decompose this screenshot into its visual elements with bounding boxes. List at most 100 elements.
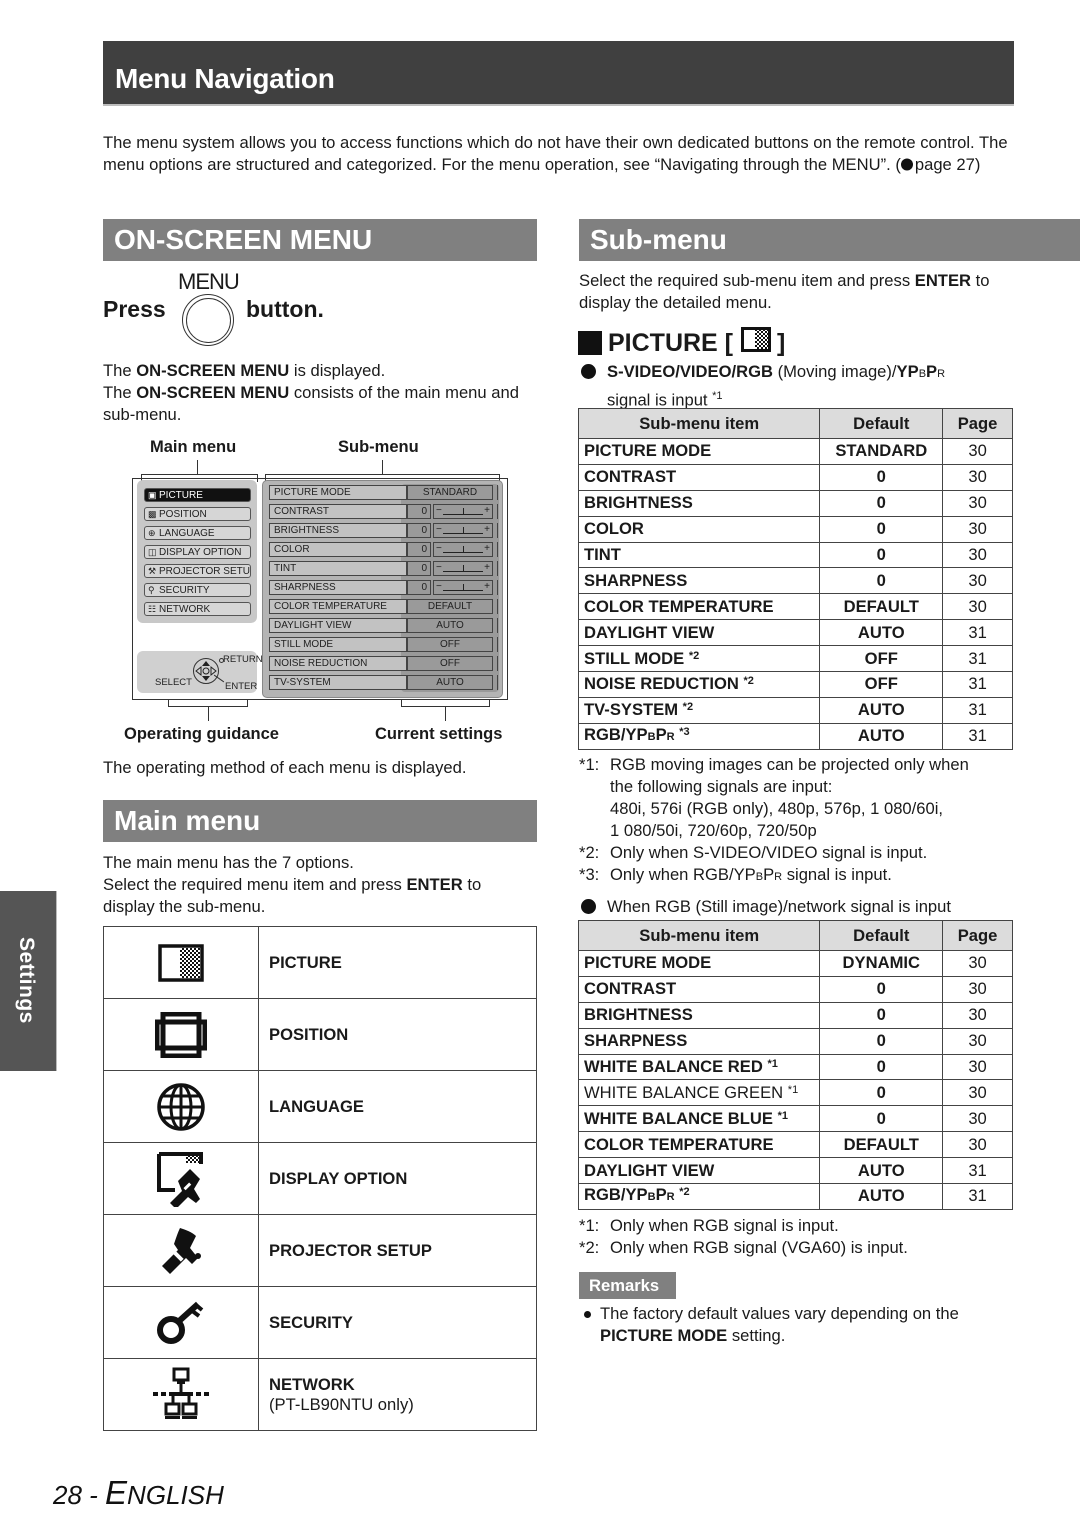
settings-side-tab[interactable]: Settings [0,891,57,1071]
arrow-right-icon [900,155,915,171]
page-title-bar: Menu Navigation [103,41,1014,106]
sub-menu-heading: Sub-menu [579,219,1080,261]
pointer-line [445,707,446,721]
onscreen-description: The ON-SCREEN MENU is displayed. The ON-… [103,361,519,424]
operating-note: The operating method of each menu is dis… [103,758,467,777]
square-bullet-icon [578,331,602,355]
osd-sub-item-value: 0 [407,561,431,576]
osd-sub-item-value: 0 [407,542,431,557]
table-header-row: Sub-menu item Default Page [577,408,1013,439]
cell-item: TINT [577,541,821,569]
cell-default: 0 [819,567,944,595]
case1-description: S-VIDEO/VIDEO/RGB (Moving image)/YPBPR s… [581,361,1011,412]
slider-icon[interactable]: − + [433,542,493,557]
submenu-table-still: Sub-menu item Default Page PICTURE MODE D… [577,920,1013,1210]
osd-main-item-position[interactable]: ▩ POSITION [144,507,251,521]
footnote-text: Only when RGB/YPBPR signal is input. [610,865,892,884]
main-menu-row-security[interactable]: SECURITY [103,1286,537,1359]
main-menu-row-projector-setup[interactable]: PROJECTOR SETUP [103,1214,537,1287]
osd-main-item-language[interactable]: ⊕ LANGUAGE [144,526,251,540]
main-menu-row-picture[interactable]: PICTURE [103,926,537,999]
osd-sub-item-label: STILL MODE [269,637,407,652]
table-row: RGB/YPBPR *2 AUTO 31 [577,1183,1013,1210]
table-row: STILL MODE *2 OFF 31 [577,645,1013,673]
cell-item: SHARPNESS [577,567,821,595]
osd-sub-item[interactable]: TV-SYSTEM AUTO [269,675,498,690]
table-row: WHITE BALANCE GREEN *1 0 30 [577,1079,1013,1107]
osd-main-item-security[interactable]: ⚲ SECURITY [144,583,251,597]
guide-select: SELECT [155,677,192,688]
osd-sub-item[interactable]: DAYLIGHT VIEW AUTO [269,618,498,633]
table-row: DAYLIGHT VIEW AUTO 31 [577,619,1013,647]
cell-default: OFF [819,671,944,698]
cell-page: 30 [942,1053,1013,1081]
osd-sub-item[interactable]: NOISE REDUCTION OFF [269,656,498,671]
bullet-icon [584,1311,591,1318]
osd-sub-item[interactable]: TINT 0− + [269,561,498,576]
osd-sub-item-value: 0 [407,504,431,519]
dpad-icon [193,658,219,684]
network-icon [151,1367,211,1419]
cell-default: AUTO [819,619,944,647]
cell-default: DEFAULT [819,1131,944,1159]
pointer-line [208,707,209,721]
guide-enter: ENTER [225,681,258,692]
osd-main-item-picture[interactable]: ▣ PICTURE [144,488,251,502]
main-menu-row-display-option[interactable]: DISPLAY OPTION [103,1142,537,1215]
diagram-label-main-menu: Main menu [150,438,237,456]
footnote-text: RGB moving images can be projected only … [610,755,969,774]
slider-icon[interactable]: − + [433,504,493,519]
osd-sub-item[interactable]: SHARPNESS 0− + [269,580,498,595]
main-menu-row-language[interactable]: LANGUAGE [103,1070,537,1143]
footnote-tag: *1: [579,1216,600,1235]
table-row: PICTURE MODE STANDARD 30 [577,438,1013,465]
menu-button-label: MENU [178,269,240,294]
case2-description: When RGB (Still image)/network signal is… [581,896,951,918]
main-menu-table: PICTURE POSITION LANGUAGE DISPLAY OPTION… [103,926,537,1431]
cell-page: 30 [942,950,1013,977]
cell-page: 30 [942,1079,1013,1107]
osd-main-item-network[interactable]: ☷ NETWORK [144,602,251,616]
cell-item: WHITE BALANCE BLUE *1 [577,1105,821,1133]
slider-icon[interactable]: − + [433,580,493,595]
osd-sub-item-value: OFF [407,637,493,652]
footnote-text: the following signals are input: [610,777,833,796]
osd-sub-item[interactable]: COLOR TEMPERATURE DEFAULT [269,599,498,614]
slider-icon[interactable]: − + [433,561,493,576]
footnote-tag: *2: [579,1238,600,1257]
main-menu-row-network[interactable]: NETWORK (PT-LB90NTU only) [103,1358,537,1431]
cell-page: 30 [942,1027,1013,1055]
osd-main-item-projector-setup[interactable]: ⚒ PROJECTOR SETUP [144,564,251,578]
remarks-label: Remarks [579,1272,676,1299]
cell-default: AUTO [819,1157,944,1185]
osd-sub-item-label: TV-SYSTEM [269,675,407,690]
cell-default: 0 [819,1053,944,1081]
picture-subheading: PICTURE [ ] [578,327,785,359]
cell-item: CONTRAST [577,975,821,1003]
cell-item: SHARPNESS [577,1027,821,1055]
page-link[interactable]: page 27 [900,155,975,174]
osd-sub-item[interactable]: COLOR 0− + [269,542,498,557]
cell-page: 30 [942,1001,1013,1029]
slider-icon[interactable]: − + [433,523,493,538]
cell-page: 31 [942,1157,1013,1185]
cell-default: 0 [819,489,944,517]
osd-sub-item[interactable]: STILL MODE OFF [269,637,498,652]
cell-page: 30 [942,567,1013,595]
osd-sub-item-value: STANDARD [407,485,493,500]
table-row: SHARPNESS 0 30 [577,567,1013,595]
table-row: WHITE BALANCE RED *1 0 30 [577,1053,1013,1081]
osd-sub-item-label: TINT [269,561,407,576]
osd-main-item-display-option[interactable]: ◫ DISPLAY OPTION [144,545,251,559]
table-row: COLOR TEMPERATURE DEFAULT 30 [577,1131,1013,1159]
page-title: Menu Navigation [115,63,335,94]
osd-sub-item[interactable]: CONTRAST 0− + [269,504,498,519]
cell-default: 0 [819,463,944,491]
cell-item: PICTURE MODE [577,950,821,977]
cell-default: 0 [819,1001,944,1029]
main-menu-row-position[interactable]: POSITION [103,998,537,1071]
diagram-label-current: Current settings [375,725,503,743]
osd-sub-item[interactable]: PICTURE MODE STANDARD [269,485,498,500]
cell-default: 0 [819,1105,944,1133]
osd-sub-item[interactable]: BRIGHTNESS 0− + [269,523,498,538]
